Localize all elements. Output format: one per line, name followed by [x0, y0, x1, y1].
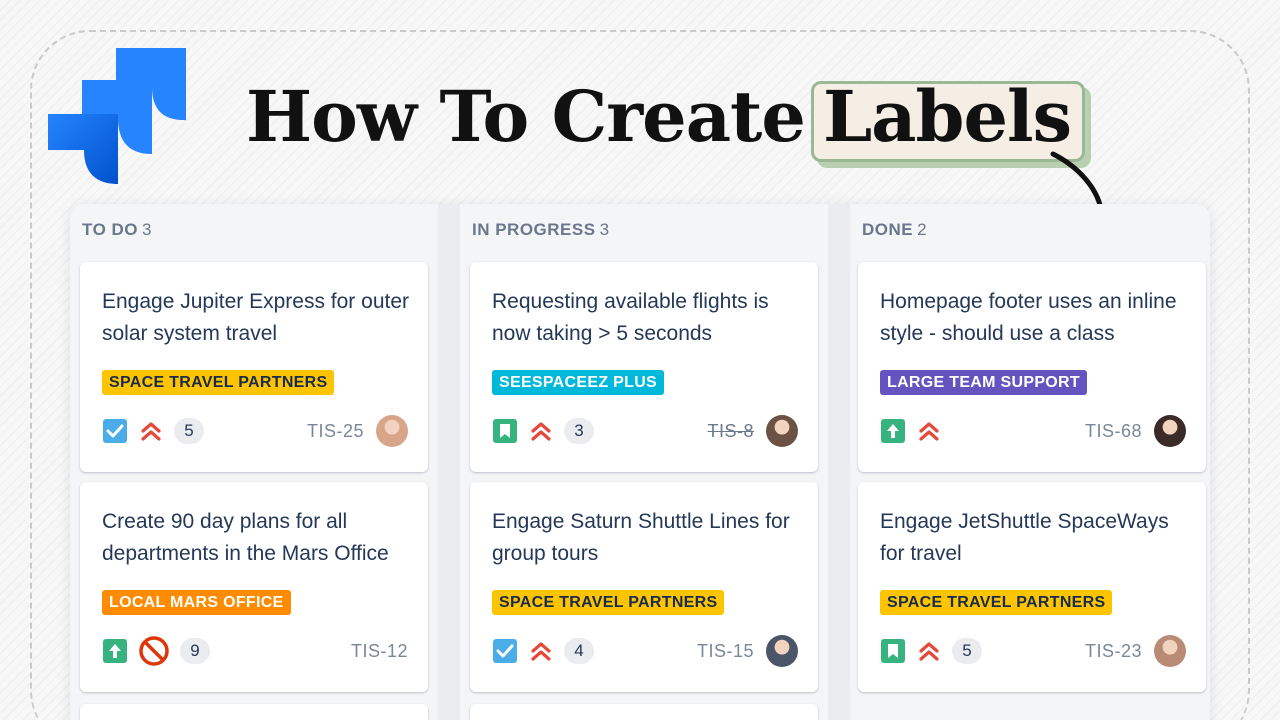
- priority-highest-icon: [528, 418, 554, 444]
- column-header: TO DO 3: [82, 220, 152, 240]
- priority-highest-icon: [916, 418, 942, 444]
- issue-meta: 4 TIS-15: [492, 634, 798, 668]
- jira-logo-icon: [48, 48, 186, 184]
- issue-label[interactable]: LOCAL MARS OFFICE: [102, 590, 291, 615]
- column-name: TO DO: [82, 220, 139, 239]
- column-count: 2: [917, 220, 928, 239]
- page-title: How To Create Labels: [246, 68, 1086, 164]
- issue-card-partial[interactable]: [80, 704, 428, 720]
- assignee-avatar[interactable]: [766, 635, 798, 667]
- bookmark-icon: [492, 418, 518, 444]
- issue-card[interactable]: Engage Saturn Shuttle Lines for group to…: [470, 482, 818, 692]
- issue-card[interactable]: Engage JetShuttle SpaceWays for travel SP…: [858, 482, 1206, 692]
- issue-summary: Engage Jupiter Express for outer solar s…: [102, 290, 410, 345]
- issue-label[interactable]: SPACE TRAVEL PARTNERS: [102, 370, 335, 395]
- issue-summary: Engage Saturn Shuttle Lines for group to…: [492, 510, 790, 565]
- story-arrow-icon: [880, 418, 906, 444]
- issue-key[interactable]: TIS-68: [1085, 421, 1142, 442]
- kanban-board: TO DO 3 Engage Jupiter Express for outer s…: [70, 204, 1210, 720]
- issue-label[interactable]: LARGE TEAM SUPPORT: [880, 370, 1087, 395]
- title-main: How To Create: [246, 74, 806, 158]
- column-name: DONE: [862, 220, 914, 239]
- issue-meta: 9 TIS-12: [102, 634, 408, 668]
- issue-card[interactable]: Requesting available flights is now taki…: [470, 262, 818, 472]
- checkbox-icon: [492, 638, 518, 664]
- issue-card[interactable]: Create 90 day plans for all departments …: [80, 482, 428, 692]
- issue-meta: 5 TIS-25: [102, 414, 408, 448]
- priority-highest-icon: [138, 418, 164, 444]
- blocker-icon: [138, 635, 170, 667]
- priority-highest-icon: [916, 638, 942, 664]
- assignee-avatar[interactable]: [1154, 415, 1186, 447]
- issue-key[interactable]: TIS-25: [307, 421, 364, 442]
- column-name: IN PROGRESS: [472, 220, 596, 239]
- story-points-badge: 4: [564, 638, 594, 664]
- column-header: DONE 2: [862, 220, 927, 240]
- story-arrow-icon: [102, 638, 128, 664]
- issue-summary: Homepage footer uses an inline style - s…: [880, 290, 1177, 345]
- issue-summary: Create 90 day plans for all departments …: [102, 510, 389, 565]
- issue-summary: Engage JetShuttle SpaceWays for travel: [880, 510, 1169, 565]
- assignee-avatar[interactable]: [766, 415, 798, 447]
- issue-key[interactable]: TIS-23: [1085, 641, 1142, 662]
- story-points-badge: 9: [180, 638, 210, 664]
- story-points-badge: 5: [952, 638, 982, 664]
- board-column-done: DONE 2 Homepage footer uses an inline styl…: [850, 204, 1210, 720]
- issue-key[interactable]: TIS-15: [697, 641, 754, 662]
- issue-label[interactable]: SPACE TRAVEL PARTNERS: [492, 590, 725, 615]
- board-column-in-progress: IN PROGRESS 3 Requesting available flights…: [460, 204, 828, 720]
- issue-key[interactable]: TIS-12: [351, 641, 408, 662]
- checkbox-icon: [102, 418, 128, 444]
- issue-card[interactable]: Engage Jupiter Express for outer solar s…: [80, 262, 428, 472]
- issue-meta: TIS-68: [880, 414, 1186, 448]
- assignee-avatar[interactable]: [376, 415, 408, 447]
- assignee-avatar[interactable]: [1154, 635, 1186, 667]
- story-points-badge: 3: [564, 418, 594, 444]
- issue-label[interactable]: SPACE TRAVEL PARTNERS: [880, 590, 1113, 615]
- issue-card-partial[interactable]: [470, 704, 818, 720]
- issue-meta: 3 TIS-8: [492, 414, 798, 448]
- column-header: IN PROGRESS 3: [472, 220, 610, 240]
- board-column-to-do: TO DO 3 Engage Jupiter Express for outer s…: [70, 204, 438, 720]
- story-points-badge: 5: [174, 418, 204, 444]
- title-highlight: Labels: [810, 75, 1086, 162]
- issue-summary: Requesting available flights is now taki…: [492, 290, 769, 345]
- issue-meta: 5 TIS-23: [880, 634, 1186, 668]
- column-count: 3: [599, 220, 610, 239]
- priority-highest-icon: [528, 638, 554, 664]
- issue-key[interactable]: TIS-8: [707, 421, 754, 442]
- bookmark-icon: [880, 638, 906, 664]
- issue-label[interactable]: SEESPACEEZ PLUS: [492, 370, 665, 395]
- issue-card[interactable]: Homepage footer uses an inline style - s…: [858, 262, 1206, 472]
- column-count: 3: [142, 220, 152, 239]
